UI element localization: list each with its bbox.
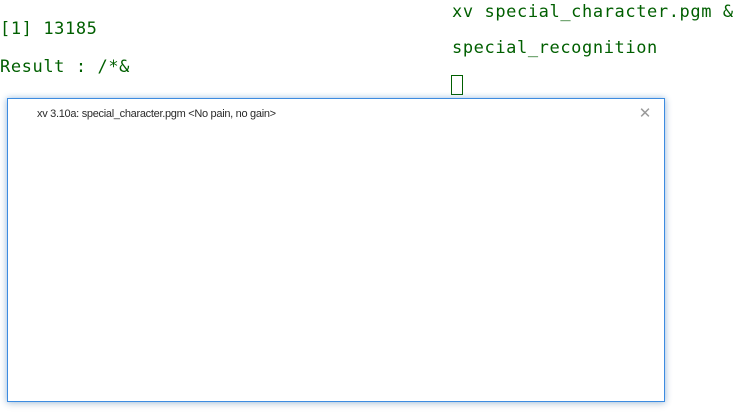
window-title: xv 3.10a: special_character.pgm <No pain… bbox=[37, 108, 276, 120]
terminal-cursor[interactable] bbox=[451, 75, 463, 95]
desktop-screen: [1] 13185 Result : /*& xv special_charac… bbox=[0, 0, 750, 412]
window-titlebar[interactable]: xv 3.10a: special_character.pgm <No pain… bbox=[8, 99, 664, 129]
terminal-command-recognition: special_recognition bbox=[452, 38, 658, 58]
terminal-output-result: Result : /*& bbox=[0, 57, 131, 77]
image-canvas[interactable] bbox=[8, 129, 664, 401]
xv-image-window[interactable]: xv 3.10a: special_character.pgm <No pain… bbox=[7, 98, 665, 402]
terminal-command-xv: xv special_character.pgm & bbox=[452, 2, 734, 22]
close-icon[interactable]: ✕ bbox=[634, 103, 656, 123]
terminal-output-job-id: [1] 13185 bbox=[0, 19, 98, 39]
